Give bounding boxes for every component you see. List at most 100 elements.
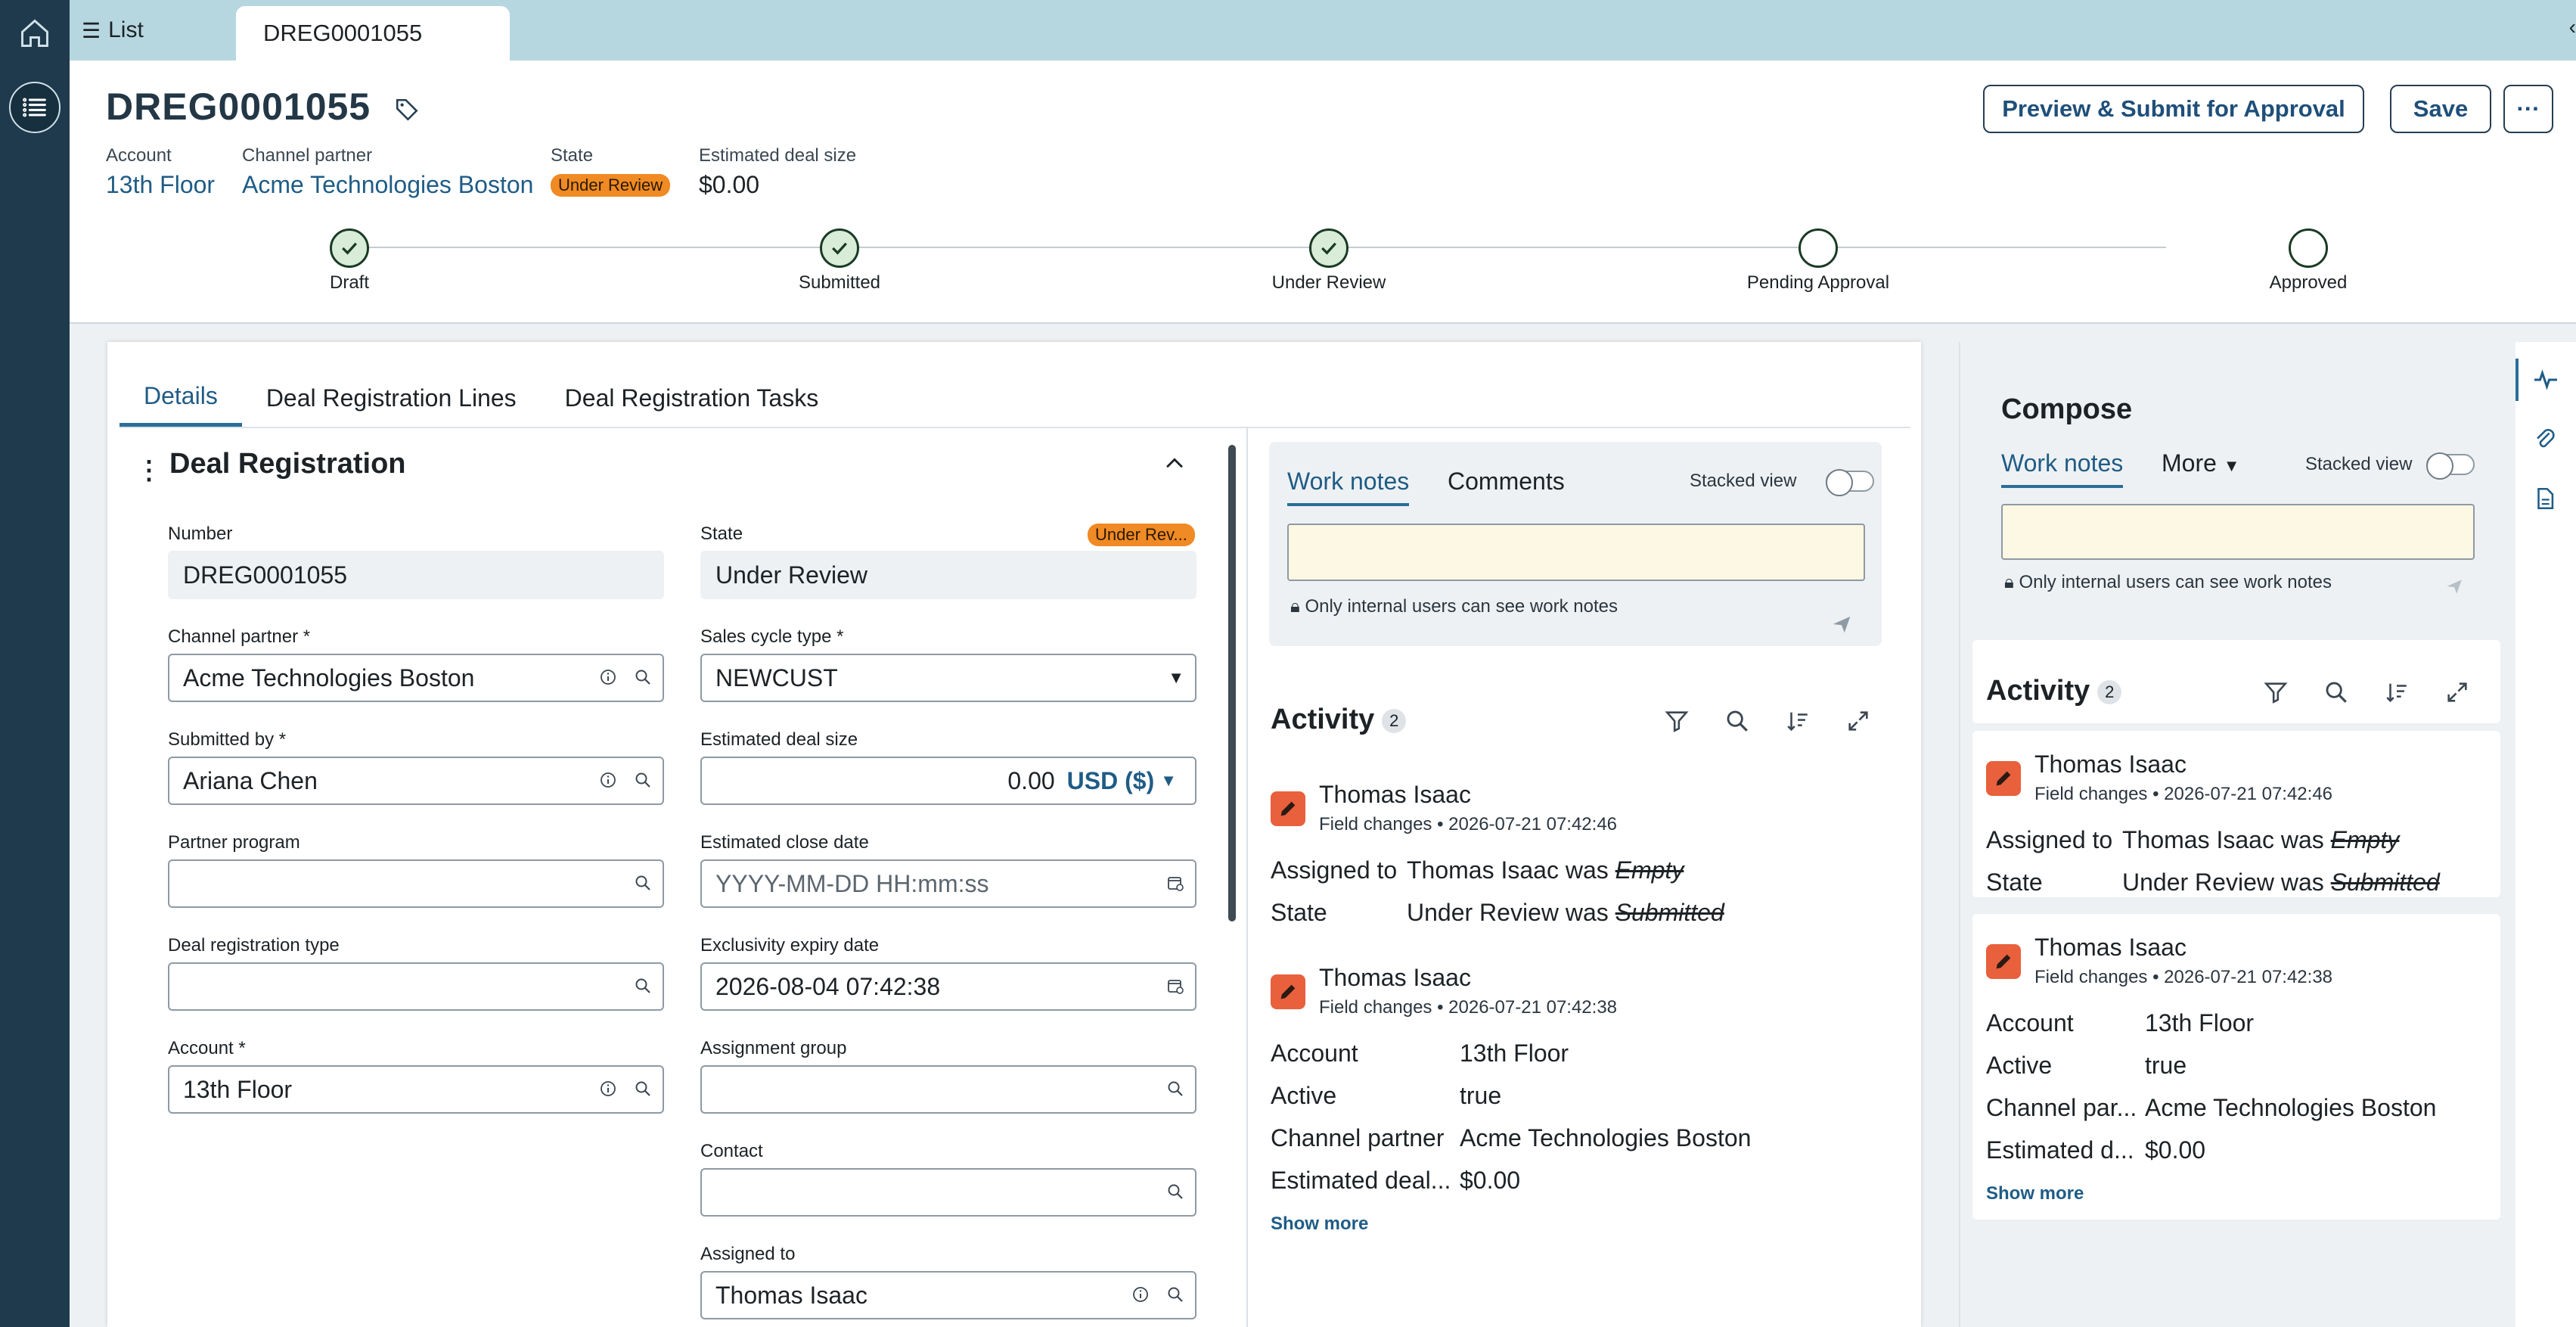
search-icon[interactable] xyxy=(1166,1076,1184,1104)
work-notes-composer: Work notes Comments Stacked view 🔒︎ Only… xyxy=(1269,442,1882,646)
account-label: Account * xyxy=(168,1038,246,1058)
search-icon[interactable] xyxy=(2323,679,2349,709)
channel-partner-value: Acme Technologies Boston xyxy=(183,664,475,691)
save-button[interactable]: Save xyxy=(2390,85,2491,133)
tab-deal-registration-tasks[interactable]: Deal Registration Tasks xyxy=(541,369,843,427)
chevron-up-icon[interactable] xyxy=(1162,451,1187,480)
section-menu-icon[interactable]: ⋮ xyxy=(136,455,162,486)
stage-circle-draft[interactable] xyxy=(330,228,369,268)
side-stacked-view-toggle[interactable] xyxy=(2426,452,2475,480)
info-icon[interactable] xyxy=(599,1076,617,1104)
caret-down-icon: ▼ xyxy=(1168,668,1184,687)
calendar-icon[interactable] xyxy=(1166,870,1184,898)
calendar-icon[interactable] xyxy=(1166,973,1184,1001)
exclusivity-field[interactable]: 2026-08-04 07:42:38 xyxy=(700,962,1196,1011)
deal-registration-type-field[interactable] xyxy=(168,962,664,1011)
tab-work-notes[interactable]: Work notes xyxy=(1287,468,1410,506)
currency-select[interactable]: USD ($) xyxy=(1067,767,1155,795)
contact-field[interactable] xyxy=(700,1168,1196,1217)
filter-icon[interactable] xyxy=(2263,679,2289,709)
preview-submit-button[interactable]: Preview & Submit for Approval xyxy=(1983,85,2364,133)
document-icon[interactable] xyxy=(2532,486,2558,515)
partner-program-label: Partner program xyxy=(168,832,300,853)
record-tab[interactable]: DREG0001055 xyxy=(236,6,510,61)
assignment-group-field[interactable] xyxy=(700,1065,1196,1114)
partner-link[interactable]: Acme Technologies Boston xyxy=(242,171,533,199)
assigned-to-field[interactable]: Thomas Isaac xyxy=(700,1271,1196,1319)
show-more-link[interactable]: Show more xyxy=(1986,1183,2084,1204)
form-tabs: Details Deal Registration Lines Deal Reg… xyxy=(119,369,1910,428)
activity-pulse-icon[interactable] xyxy=(2532,366,2559,397)
submitted-by-field[interactable]: Ariana Chen xyxy=(168,757,664,805)
stage-circle-approved[interactable] xyxy=(2289,228,2328,268)
account-field[interactable]: 13th Floor xyxy=(168,1065,664,1114)
compose-title: Compose xyxy=(2001,393,2133,425)
work-notes-input[interactable] xyxy=(1287,524,1865,581)
activity-author: Thomas Isaac xyxy=(1319,781,1471,808)
tab-details[interactable]: Details xyxy=(119,369,242,427)
attachment-icon[interactable] xyxy=(2532,427,2558,456)
required-mark: * xyxy=(278,729,287,750)
more-options-button[interactable]: ··· xyxy=(2503,85,2553,133)
required-mark: * xyxy=(836,626,844,647)
collapse-icon[interactable]: ‹ xyxy=(2569,15,2576,39)
change-field: Active xyxy=(1271,1082,1337,1109)
search-icon[interactable] xyxy=(634,870,652,898)
account-label: Account xyxy=(106,145,172,166)
stage-circle-under-review[interactable] xyxy=(1309,228,1349,268)
search-icon[interactable] xyxy=(634,767,652,795)
info-icon[interactable] xyxy=(1131,1282,1150,1310)
activity-meta: Field changes • 2026-07-21 07:42:46 xyxy=(2034,784,2333,804)
side-send-icon[interactable] xyxy=(2444,576,2464,600)
search-icon[interactable] xyxy=(634,973,652,1001)
lock-icon: 🔒︎ xyxy=(2004,572,2014,592)
expand-icon[interactable] xyxy=(1845,708,1871,738)
activity-meta: Field changes • 2026-07-21 07:42:46 xyxy=(1319,814,1618,834)
page-title: DREG0001055 xyxy=(106,85,420,129)
channel-partner-field[interactable]: Acme Technologies Boston xyxy=(168,654,664,702)
estimated-deal-size-field[interactable]: 0.00 USD ($) ▼ xyxy=(700,757,1196,805)
send-icon[interactable] xyxy=(1830,613,1853,639)
partner-program-field[interactable] xyxy=(168,859,664,908)
search-icon[interactable] xyxy=(1724,708,1750,738)
info-icon[interactable] xyxy=(599,767,617,795)
change-field: Assigned to xyxy=(1271,856,1398,884)
side-work-notes-input[interactable] xyxy=(2001,504,2475,560)
sort-icon[interactable] xyxy=(1785,708,1811,738)
form-scrollbar[interactable] xyxy=(1228,445,1236,921)
change-field: Assigned to xyxy=(1986,826,2113,853)
tab-deal-registration-lines[interactable]: Deal Registration Lines xyxy=(242,369,541,427)
caret-down-icon[interactable]: ▼ xyxy=(1160,771,1177,791)
account-link[interactable]: 13th Floor xyxy=(106,171,215,199)
sort-icon[interactable] xyxy=(2384,679,2410,709)
expand-icon[interactable] xyxy=(2444,679,2470,709)
show-more-link[interactable]: Show more xyxy=(1271,1214,1368,1235)
side-tab-more[interactable]: More ▼ xyxy=(2162,449,2240,477)
list-tab[interactable]: ☰ List xyxy=(82,0,144,61)
side-tab-work-notes[interactable]: Work notes xyxy=(2001,449,2124,488)
sales-cycle-select[interactable]: NEWCUST ▼ xyxy=(700,654,1196,702)
status-badge: Under Review xyxy=(551,174,671,197)
info-icon[interactable] xyxy=(599,664,617,692)
side-internal-note: 🔒︎ Only internal users can see work note… xyxy=(2004,572,2332,592)
stage-circle-pending-approval[interactable] xyxy=(1799,228,1838,268)
record-tab-label: DREG0001055 xyxy=(263,20,423,46)
close-date-field[interactable]: YYYY-MM-DD HH:mm:ss xyxy=(700,859,1196,908)
required-mark: * xyxy=(238,1038,246,1058)
tab-comments[interactable]: Comments xyxy=(1448,468,1565,496)
stacked-view-toggle[interactable] xyxy=(1826,469,1874,496)
home-icon[interactable] xyxy=(9,8,61,59)
stage-circle-submitted[interactable] xyxy=(820,228,859,268)
internal-note: 🔒︎ Only internal users can see work note… xyxy=(1290,596,1618,617)
filter-icon[interactable] xyxy=(1664,708,1690,738)
search-icon[interactable] xyxy=(634,664,652,692)
search-icon[interactable] xyxy=(1166,1179,1184,1207)
tag-icon[interactable] xyxy=(394,97,420,123)
state-label: State xyxy=(700,524,743,544)
edit-icon xyxy=(1986,944,2021,979)
number-field: DREG0001055 xyxy=(168,551,664,599)
search-icon[interactable] xyxy=(1166,1282,1184,1310)
search-icon[interactable] xyxy=(634,1076,652,1104)
list-menu-icon[interactable] xyxy=(9,82,61,133)
stage-label: Draft xyxy=(329,272,370,293)
